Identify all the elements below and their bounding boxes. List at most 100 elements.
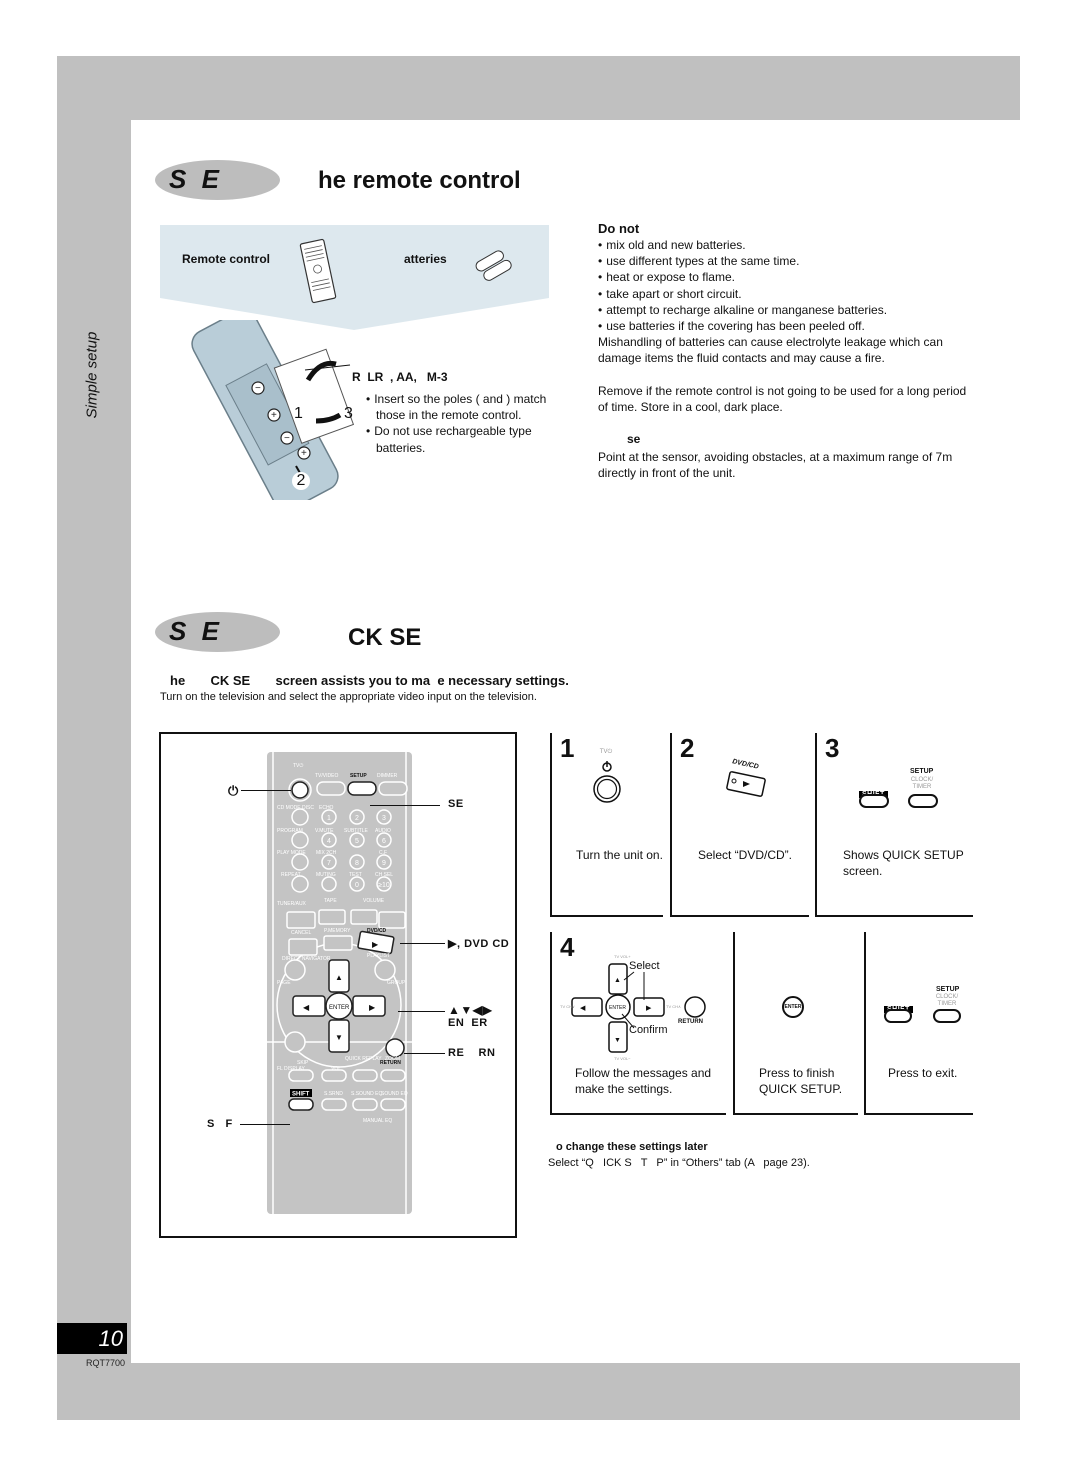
svg-text:+: +	[271, 410, 277, 421]
setup-button-icon	[908, 794, 938, 808]
shift-button-icon	[859, 794, 889, 808]
svg-text:P.MEMORY: P.MEMORY	[324, 928, 351, 934]
power-button-icon	[593, 761, 621, 803]
step-1-box: 1 TV⏻ Turn the unit on.	[550, 733, 663, 917]
battery-warning: Mishandling of batteries can cause elect…	[598, 335, 943, 366]
svg-text:▼: ▼	[614, 1037, 621, 1044]
enter-callout: EN ER	[448, 1017, 488, 1029]
dvd-cd-play-button-icon	[726, 771, 766, 797]
svg-text:SKIP: SKIP	[297, 1060, 309, 1066]
svg-text:TAPE: TAPE	[324, 898, 337, 904]
insert-notes: Insert so the poles ( and ) match those …	[366, 391, 551, 456]
remote-control-icon	[299, 238, 337, 304]
remote-buttons-diagram: ▶ ▲ ▼ ◀ ▶ ENTER SHIFT TV⏻ TV/VIDEO SETUP…	[267, 752, 412, 1214]
svg-text:CD MODE DISC: CD MODE DISC	[277, 805, 314, 811]
remove-note: Remove if the remote control is not goin…	[598, 384, 967, 415]
arrows-callout: ▲▼◀▶	[448, 1003, 493, 1017]
step-badge: S E	[155, 612, 280, 652]
svg-text:GROUP: GROUP	[387, 980, 406, 986]
clock-timer-label: CLOCK/ TIMER	[935, 994, 959, 1007]
svg-text:6: 6	[382, 838, 386, 845]
do-not-item: heat or expose to flame.	[598, 269, 978, 285]
svg-text:5: 5	[355, 838, 359, 845]
svg-text:PLAY MODE: PLAY MODE	[277, 850, 306, 856]
callout-line	[404, 1053, 445, 1054]
do-not-item: mix old and new batteries.	[598, 237, 978, 253]
svg-text:V.MUTE: V.MUTE	[315, 828, 334, 834]
diagram-step-2: 2	[292, 472, 310, 490]
section-intro: Turn on the television and select the ap…	[160, 691, 537, 703]
section-title: CK SE	[348, 624, 422, 651]
step-text: Shows QUICK SETUP screen.	[843, 848, 964, 878]
svg-text:QUICK REPLAY: QUICK REPLAY	[345, 1056, 382, 1062]
step-number: 2	[680, 733, 695, 763]
step-text: Press to finish QUICK SETUP.	[759, 1066, 843, 1096]
diagram-step-1: 1	[294, 405, 303, 422]
step-3-box: 3 SHIFT SETUP CLOCK/ TIMER Shows QUICK S…	[815, 733, 973, 917]
diagram-step-3: 3	[344, 405, 353, 422]
svg-text:ENTER: ENTER	[329, 1005, 350, 1011]
svg-text:≥10: ≥10	[378, 882, 390, 889]
insert-note: Do not use rechargeable type batteries.	[366, 423, 551, 455]
tv-power-label: TV⏻	[599, 749, 613, 755]
svg-text:SUBTITLE: SUBTITLE	[344, 828, 369, 834]
step-text: Press to exit.	[888, 1066, 958, 1080]
svg-text:1: 1	[327, 815, 331, 822]
callout-line	[240, 1124, 290, 1125]
change-later-text: Select “Q ICK S T P” in “Others” tab (A …	[548, 1157, 810, 1169]
svg-text:DVD/CD: DVD/CD	[367, 928, 387, 934]
svg-text:TV VOL−: TV VOL−	[614, 1056, 631, 1061]
svg-text:+: +	[301, 448, 307, 459]
svg-text:7: 7	[327, 860, 331, 867]
power-callout: ⏻	[228, 783, 239, 798]
svg-text:TV CH∧: TV CH∧	[666, 1004, 681, 1009]
do-not-item: take apart or short circuit.	[598, 286, 978, 302]
setup-callout: SE	[448, 798, 464, 810]
svg-text:3: 3	[382, 815, 386, 822]
svg-text:▼: ▼	[335, 1033, 343, 1042]
step-text: Follow the messages and make the setting…	[575, 1066, 712, 1096]
page-number: 10	[57, 1323, 127, 1354]
svg-text:CANCEL: CANCEL	[291, 930, 312, 936]
svg-text:SOUND EQ: SOUND EQ	[381, 1091, 408, 1097]
step-text: Turn the unit on.	[576, 848, 663, 862]
return-callout: RE RN	[448, 1047, 496, 1059]
callout-line	[400, 943, 445, 944]
svg-text:TEST: TEST	[349, 872, 362, 878]
callout-line	[241, 790, 291, 791]
section-tab-label: Simple setup	[83, 331, 101, 419]
use-text: Point at the sensor, avoiding obstacles,…	[598, 450, 953, 481]
svg-text:2: 2	[355, 815, 359, 822]
svg-text:▶: ▶	[369, 1003, 376, 1012]
svg-text:TV/VIDEO: TV/VIDEO	[315, 773, 338, 779]
svg-text:▶: ▶	[372, 940, 379, 949]
svg-text:DIMMER: DIMMER	[377, 773, 398, 779]
battery-insertion-diagram: − + − +	[191, 320, 355, 500]
do-not-heading: Do not	[598, 221, 640, 236]
batteries-icon	[475, 250, 512, 281]
step-6-box: SHIFT SETUP CLOCK/ TIMER Press to exit.	[864, 932, 973, 1115]
svg-text:MIX 2CH: MIX 2CH	[316, 850, 337, 856]
clock-timer-label: CLOCK/ TIMER	[910, 777, 934, 790]
play-dvd-callout: ▶, DVD CD	[448, 938, 510, 950]
shift-callout: S F	[207, 1118, 233, 1130]
do-not-item: use batteries if the covering has been p…	[598, 318, 978, 334]
svg-text:TV⏻: TV⏻	[293, 763, 303, 769]
svg-text:PAGE: PAGE	[277, 980, 291, 986]
setup-label: SETUP	[936, 986, 960, 993]
do-not-item: attempt to recharge alkaline or manganes…	[598, 302, 978, 318]
svg-text:8: 8	[355, 860, 359, 867]
step-4-box: 4 ▲ ▼ ◀ ▶ ENTER TV VOL+ TV VOL− TV CH∨ TV C…	[550, 932, 726, 1115]
svg-text:TV CH∨: TV CH∨	[560, 1004, 575, 1009]
shift-button-icon	[884, 1009, 912, 1023]
setup-button-icon	[933, 1009, 961, 1023]
svg-text:4: 4	[327, 838, 331, 845]
callout-line	[370, 805, 440, 806]
remote-control-label: Remote control	[182, 252, 271, 266]
svg-text:VOL: VOL	[331, 1066, 341, 1072]
step-badge-label: S E	[169, 616, 223, 646]
callout-line	[398, 1011, 445, 1012]
svg-text:◀: ◀	[580, 1005, 586, 1012]
step-2-box: 2 DVD/CD Select “DVD/CD”.	[670, 733, 809, 917]
svg-text:−: −	[284, 433, 290, 444]
